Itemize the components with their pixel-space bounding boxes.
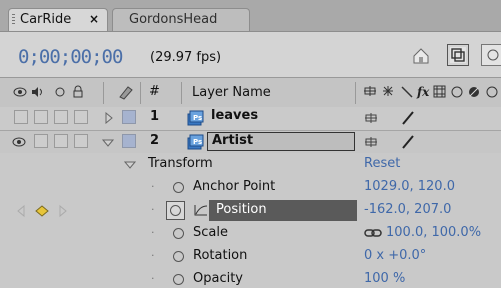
property-label: Rotation — [193, 248, 248, 263]
svg-text:fx: fx — [416, 85, 430, 99]
visibility-toggle[interactable] — [14, 110, 28, 124]
composition-tab-bar: CarRide × GordonsHead — [0, 0, 501, 32]
collapse-triangle-icon[interactable] — [124, 160, 136, 170]
solo-toggle[interactable] — [54, 110, 68, 124]
property-bullet: · — [151, 203, 155, 216]
layer-row-artist[interactable]: 2 Ps Artist — [0, 131, 501, 154]
solo-toggle[interactable] — [54, 134, 68, 148]
position-value[interactable]: -162.0, 207.0 — [364, 202, 451, 217]
photoshop-layer-icon: Ps — [187, 134, 204, 150]
tab-gordonshead[interactable]: GordonsHead — [112, 8, 250, 32]
property-row-position[interactable]: · Position -162.0, 207.0 — [0, 199, 501, 222]
property-row-rotation[interactable]: · Rotation 0 x +0.0° — [0, 245, 501, 268]
stopwatch-icon[interactable] — [173, 182, 184, 193]
layer-name-edit-box[interactable]: Artist — [207, 132, 355, 151]
audio-toggle[interactable] — [34, 134, 48, 148]
quality-switch-icon[interactable] — [401, 110, 415, 126]
tab-label: GordonsHead — [129, 12, 218, 27]
transform-group-row[interactable]: Transform Reset — [0, 153, 501, 176]
anchor-point-value[interactable]: 1029.0, 120.0 — [364, 179, 455, 194]
photoshop-layer-icon: Ps — [187, 110, 204, 126]
stopwatch-active-icon[interactable] — [166, 201, 185, 220]
expand-triangle-icon[interactable] — [104, 112, 114, 124]
layer-number: 1 — [150, 109, 160, 124]
constrain-proportions-icon[interactable] — [364, 228, 382, 238]
property-bullet: · — [151, 249, 155, 262]
property-label: Scale — [193, 225, 228, 240]
stopwatch-icon[interactable] — [173, 228, 184, 239]
rotation-value[interactable]: 0 x +0.0° — [364, 248, 426, 263]
layer-label-color[interactable] — [122, 134, 136, 148]
tab-carride[interactable]: CarRide × — [8, 8, 108, 32]
quality-switch-icon[interactable] — [401, 134, 415, 150]
lock-toggle[interactable] — [74, 110, 88, 124]
property-label: Position — [216, 202, 267, 217]
layer-label-color[interactable] — [122, 110, 136, 124]
property-bullet: · — [151, 226, 155, 239]
layer-column-header: # Layer Name fx — [0, 77, 501, 108]
tab-close-icon[interactable]: × — [89, 12, 99, 26]
tab-label: CarRide — [20, 12, 72, 27]
layer-name-header[interactable]: Layer Name — [192, 85, 271, 100]
property-label: Opacity — [193, 271, 244, 286]
layer-name[interactable]: leaves — [211, 108, 258, 123]
graph-editor-icon[interactable] — [193, 203, 209, 217]
collapse-triangle-icon[interactable] — [102, 138, 114, 148]
layer-number: 2 — [150, 133, 160, 148]
transform-label: Transform — [148, 156, 213, 171]
timeline-header: 0;00;00;00 (29.97 fps) — [0, 31, 501, 77]
property-label: Anchor Point — [193, 179, 276, 194]
keyframe-navigator[interactable] — [16, 204, 68, 218]
layer-row-leaves[interactable]: 1 Ps leaves — [0, 107, 501, 131]
stopwatch-icon[interactable] — [173, 251, 184, 262]
property-row-anchor-point[interactable]: · Anchor Point 1029.0, 120.0 — [0, 176, 501, 199]
layer-name[interactable]: Artist — [212, 133, 253, 148]
comp-flowchart-icon[interactable] — [410, 44, 432, 66]
motion-blur-icon[interactable] — [481, 44, 501, 66]
layer-number-header: # — [149, 84, 160, 99]
av-features-icons — [13, 85, 83, 98]
property-row-opacity[interactable]: · Opacity 100 % — [0, 268, 501, 288]
svg-text:Ps: Ps — [193, 138, 202, 146]
scale-value[interactable]: 100.0, 100.0% — [386, 225, 481, 240]
property-row-scale[interactable]: · Scale 100.0, 100.0% — [0, 222, 501, 245]
frame-rate-label: (29.97 fps) — [150, 50, 222, 65]
svg-text:Ps: Ps — [193, 114, 202, 122]
property-bullet: · — [151, 272, 155, 285]
label-tag-icon[interactable] — [117, 84, 135, 100]
stopwatch-icon[interactable] — [173, 274, 184, 285]
tab-grip-icon[interactable] — [12, 14, 15, 26]
transform-reset-link[interactable]: Reset — [364, 156, 400, 171]
layer-switches-icons: fx — [364, 85, 498, 99]
opacity-value[interactable]: 100 % — [364, 271, 405, 286]
frame-blending-icon[interactable] — [447, 44, 469, 66]
shy-switch-icon[interactable] — [364, 136, 378, 148]
property-bullet: · — [151, 180, 155, 193]
current-time-display[interactable]: 0;00;00;00 — [18, 46, 123, 68]
lock-toggle[interactable] — [74, 134, 88, 148]
shy-switch-icon[interactable] — [364, 112, 378, 124]
audio-toggle[interactable] — [34, 110, 48, 124]
eye-icon[interactable] — [12, 137, 26, 147]
